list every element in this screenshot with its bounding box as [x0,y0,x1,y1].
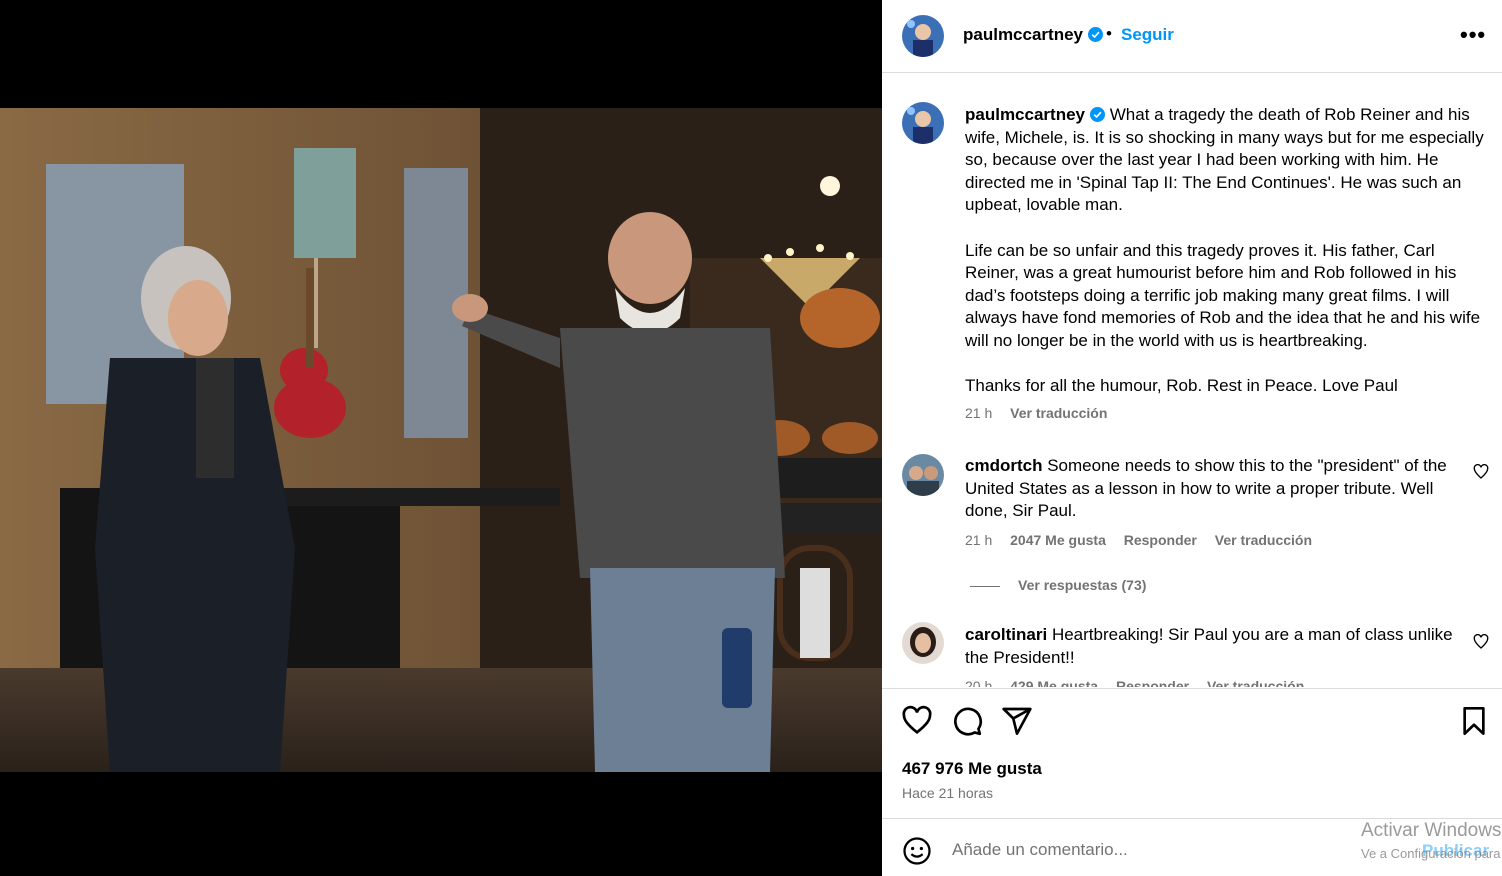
author-avatar[interactable] [902,15,944,57]
comment-meta: 20 h 429 Me gusta Responder Ver traducci… [965,678,1318,687]
bookmark-icon[interactable] [1458,705,1490,737]
comment-reply-button[interactable]: Responder [1116,678,1189,687]
caption-time[interactable]: 21 h [965,405,992,421]
comment-like-heart-icon[interactable] [1473,464,1489,480]
post-photo-illustration [0,108,882,772]
comment-body: caroltinari Heartbreaking! Sir Paul you … [965,624,1465,669]
comment-translate-link[interactable]: Ver traducción [1207,678,1304,687]
caption-paragraph-2: Life can be so unfair and this tragedy p… [965,240,1481,350]
post-actions: 467 976 Me gusta Hace 21 horas [882,688,1502,818]
comment-meta: 21 h 2047 Me gusta Responder Ver traducc… [965,532,1326,548]
heart-icon[interactable] [901,705,933,737]
emoji-icon[interactable] [902,836,932,866]
comment-username[interactable]: caroltinari [965,625,1047,644]
comment-username[interactable]: cmdortch [965,456,1042,475]
author-username-text[interactable]: paulmccartney [963,25,1083,44]
post-header: paulmccartney • Seguir ••• [882,0,1502,73]
post-media [0,0,882,876]
comments-section[interactable]: paulmccartney What a tragedy the death o… [882,74,1502,687]
comment-reply-button[interactable]: Responder [1124,532,1197,548]
comment-translate-link[interactable]: Ver traducción [1215,532,1312,548]
share-icon[interactable] [1001,705,1033,737]
comment-avatar[interactable] [902,622,944,664]
caption-paragraph: paulmccartney What a tragedy the death o… [965,104,1485,217]
replies-divider [970,585,1000,587]
caption-avatar-image [902,102,944,144]
comment-avatar-image [902,622,944,664]
comment-icon[interactable] [951,705,983,737]
post-side-panel: paulmccartney • Seguir ••• paulmccartney… [882,0,1502,876]
author-username[interactable]: paulmccartney [963,25,1103,45]
caption-username[interactable]: paulmccartney [965,105,1085,124]
view-replies-label[interactable]: Ver respuestas (73) [1018,577,1146,593]
comment-avatar-image [902,454,944,496]
header-separator: • [1106,24,1112,43]
comment-likes[interactable]: 429 Me gusta [1010,678,1098,687]
caption-translate-link[interactable]: Ver traducción [1010,405,1107,421]
comment-body: cmdortch Someone needs to show this to t… [965,455,1455,523]
view-replies-button[interactable]: Ver respuestas (73) [970,577,1146,593]
verified-badge-icon [1088,27,1103,42]
comment-time[interactable]: 21 h [965,532,992,548]
post-photo[interactable] [0,108,882,772]
publish-button[interactable]: Publicar [1422,841,1489,861]
comment-likes[interactable]: 2047 Me gusta [1010,532,1106,548]
caption-avatar[interactable] [902,102,944,144]
comment-input[interactable] [952,837,1352,863]
follow-button[interactable]: Seguir [1121,25,1174,45]
likes-count[interactable]: 467 976 Me gusta [902,759,1042,779]
comment-composer: Publicar [882,818,1502,876]
comment-time[interactable]: 20 h [965,678,992,687]
caption-meta: 21 h Ver traducción [965,405,1121,421]
comment-like-heart-icon[interactable] [1473,634,1489,650]
post-timestamp[interactable]: Hace 21 horas [902,785,993,801]
caption-paragraph-3: Thanks for all the humour, Rob. Rest in … [965,376,1398,396]
post-caption: paulmccartney What a tragedy the death o… [965,104,1485,398]
author-avatar-image [902,15,944,57]
more-options-icon[interactable]: ••• [1460,22,1486,48]
comment-avatar[interactable] [902,454,944,496]
verified-badge-icon [1090,107,1105,122]
